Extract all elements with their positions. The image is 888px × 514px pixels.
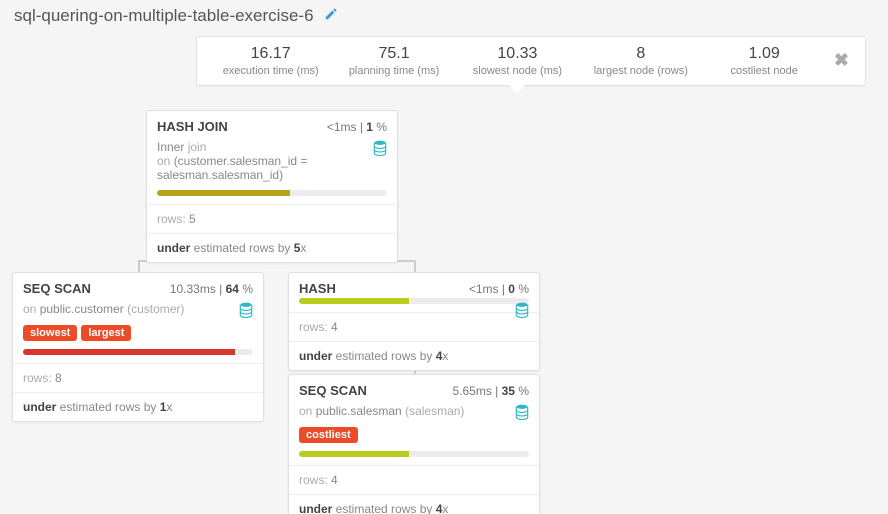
node-seq-scan-customer[interactable]: SEQ SCAN 10.33ms | 64 % on public.custom… <box>12 272 264 422</box>
metric-planning-time: 75.1 planning time (ms) <box>332 43 455 77</box>
node-rows: rows: 4 <box>289 312 539 341</box>
database-icon <box>515 404 529 423</box>
connector <box>138 260 140 272</box>
connector <box>414 260 416 272</box>
node-name: HASH JOIN <box>157 119 228 134</box>
node-tags: slowestlargest <box>13 324 263 349</box>
summary-pointer <box>508 84 526 93</box>
node-estimate: under estimated rows by 4x <box>289 494 539 514</box>
node-hash-join[interactable]: HASH JOIN <1ms | 1 % Inner join on (cust… <box>146 110 398 263</box>
node-rows: rows: 8 <box>13 363 263 392</box>
page-title: sql-quering-on-multiple-table-exercise-6 <box>0 0 888 38</box>
node-cost-bar <box>157 190 387 196</box>
node-seq-scan-salesman[interactable]: SEQ SCAN 5.65ms | 35 % on public.salesma… <box>288 374 540 514</box>
metric-slowest-node: 10.33 slowest node (ms) <box>456 43 579 77</box>
node-cost-bar <box>299 451 529 457</box>
plan-title-text: sql-quering-on-multiple-table-exercise-6 <box>14 6 314 25</box>
node-tags: costliest <box>289 426 539 451</box>
node-stats: 10.33ms | 64 % <box>170 282 253 296</box>
node-detail: Inner join on (customer.salesman_id = sa… <box>147 140 397 190</box>
node-stats: <1ms | 0 % <box>469 282 529 296</box>
close-summary-icon[interactable]: ✖ <box>826 50 853 71</box>
tag-costliest: costliest <box>299 427 358 443</box>
edit-title-icon[interactable] <box>324 7 338 25</box>
node-rows: rows: 5 <box>147 204 397 233</box>
node-detail: on public.customer (customer) <box>13 302 263 324</box>
metric-execution-time: 16.17 execution time (ms) <box>209 43 332 77</box>
database-icon <box>515 302 529 321</box>
node-detail <box>289 302 539 316</box>
node-estimate: under estimated rows by 5x <box>147 233 397 262</box>
node-estimate: under estimated rows by 1x <box>13 392 263 421</box>
plan-summary-panel: 16.17 execution time (ms) 75.1 planning … <box>196 36 866 86</box>
tag-slowest: slowest <box>23 325 77 341</box>
tag-largest: largest <box>81 325 131 341</box>
node-name: SEQ SCAN <box>23 281 91 296</box>
metric-largest-node: 8 largest node (rows) <box>579 43 702 77</box>
node-cost-bar <box>23 349 253 355</box>
node-name: HASH <box>299 281 336 296</box>
node-stats: 5.65ms | 35 % <box>452 384 529 398</box>
node-estimate: under estimated rows by 4x <box>289 341 539 370</box>
node-stats: <1ms | 1 % <box>327 120 387 134</box>
node-hash[interactable]: HASH <1ms | 0 % rows: 4 under estimated … <box>288 272 540 371</box>
node-rows: rows: 4 <box>289 465 539 494</box>
node-detail: on public.salesman (salesman) <box>289 404 539 426</box>
database-icon <box>373 140 387 159</box>
database-icon <box>239 302 253 321</box>
metric-costliest-node: 1.09 costliest node <box>703 43 826 77</box>
node-name: SEQ SCAN <box>299 383 367 398</box>
